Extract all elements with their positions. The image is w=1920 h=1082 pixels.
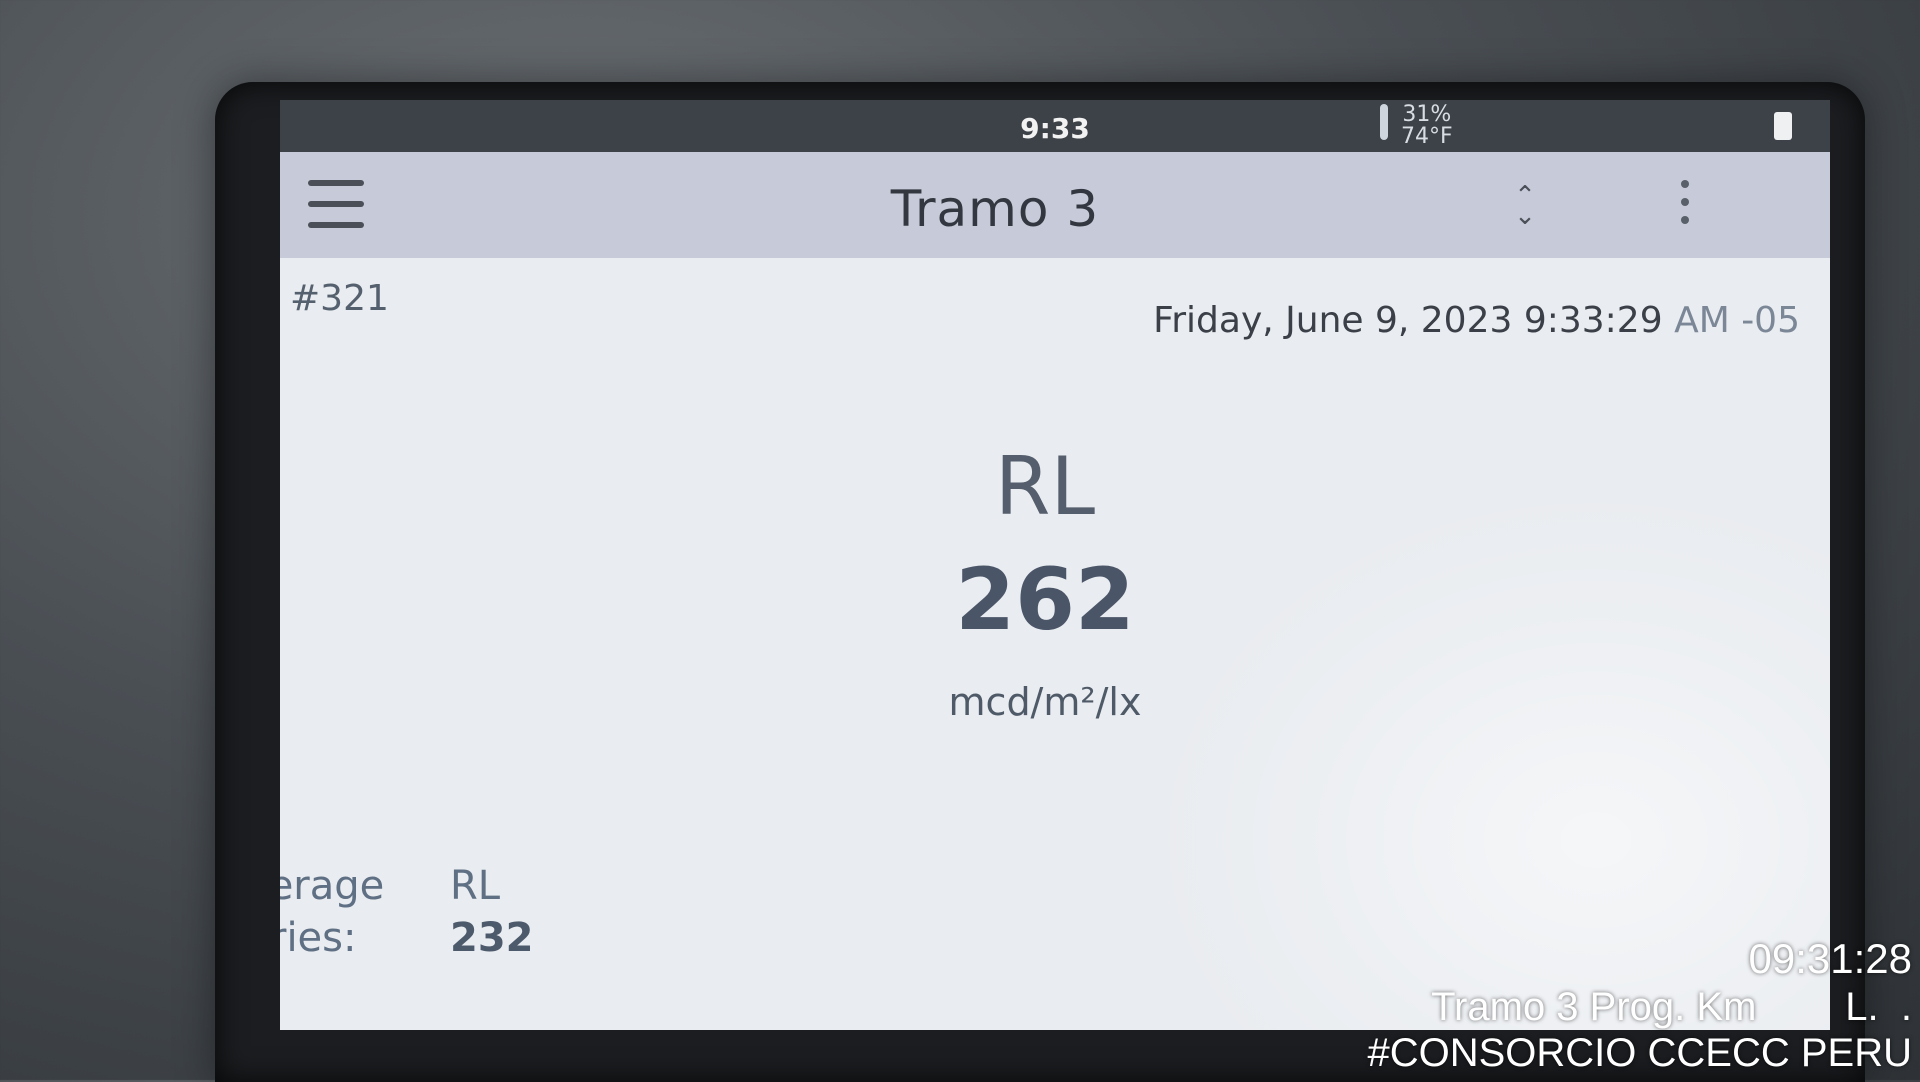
temperature-value: 74°F bbox=[1401, 124, 1453, 149]
battery-icon bbox=[1774, 112, 1792, 140]
photo-stamp: 09:31:28 Tramo 3 Prog. Km L. . #CONSORCI… bbox=[1367, 934, 1912, 1076]
humidity-value: 31% bbox=[1402, 102, 1452, 127]
record-number: #321 bbox=[290, 278, 389, 319]
datetime-main: Friday, June 9, 2023 9:33:29 bbox=[1153, 300, 1663, 341]
photo-location: Tramo 3 Prog. Km L. . bbox=[1431, 985, 1912, 1029]
page-title: Tramo 3 bbox=[890, 180, 1100, 238]
metric-value: 262 bbox=[955, 550, 1135, 650]
thermometer-icon bbox=[1380, 104, 1388, 140]
status-time: 9:33 bbox=[1020, 112, 1090, 145]
average-label: Average bbox=[280, 863, 385, 909]
metric-label: RL bbox=[994, 440, 1096, 533]
average-metric: RL bbox=[450, 863, 501, 909]
status-bar: 9:33 31% 74°F bbox=[280, 100, 1830, 152]
environment-readout: 31% 74°F bbox=[1380, 104, 1453, 148]
measurement-datetime: Friday, June 9, 2023 9:33:29 AM -05 bbox=[1153, 300, 1800, 341]
device-screen: 9:33 31% 74°F Tramo 3 ⌃ ⌄ #321 Friday, Ju… bbox=[280, 100, 1830, 1030]
up-down-chevron-icon[interactable]: ⌃ ⌄ bbox=[1510, 183, 1540, 230]
photo-timestamp: 09:31:28 bbox=[1748, 935, 1913, 982]
vertical-dots-icon[interactable] bbox=[1675, 174, 1695, 238]
series-label: Series: bbox=[280, 915, 357, 961]
average-series: Average RL Series: 232 bbox=[280, 860, 534, 964]
photo-tag: #CONSORCIO CCECC PERU bbox=[1367, 1031, 1912, 1075]
average-value: 232 bbox=[450, 915, 534, 961]
metric-unit: mcd/m²/lx bbox=[948, 680, 1142, 724]
app-bar: Tramo 3 ⌃ ⌄ bbox=[280, 152, 1830, 258]
datetime-timezone: AM -05 bbox=[1674, 300, 1800, 341]
